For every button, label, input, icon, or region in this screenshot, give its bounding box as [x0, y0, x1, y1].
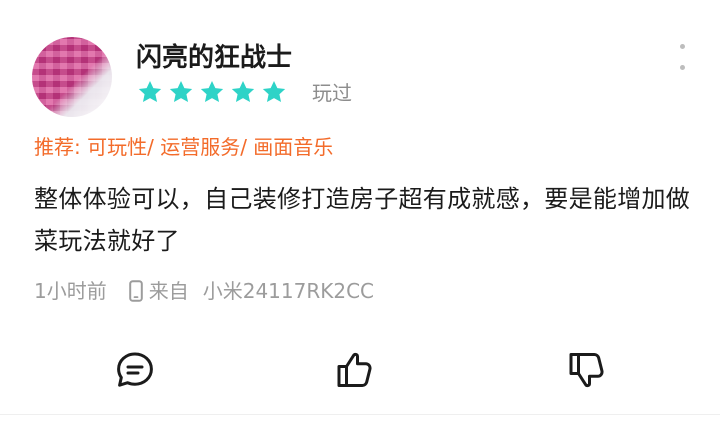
star-icon	[168, 79, 194, 105]
star-icon	[261, 79, 287, 105]
username[interactable]: 闪亮的狂战士	[136, 42, 292, 74]
recommend-tags: 推荐: 可玩性/ 运营服务/ 画面音乐	[34, 135, 334, 159]
divider	[0, 414, 720, 415]
thumbs-up-icon	[332, 348, 376, 392]
phone-icon	[128, 280, 143, 302]
star-icon	[230, 79, 256, 105]
like-button[interactable]	[330, 346, 378, 394]
device-prefix: 来自	[148, 279, 189, 303]
thumbs-down-icon	[564, 348, 608, 392]
review-card: 闪亮的狂战士 玩过 推荐: 可玩性/ 运营服务/ 画面音乐 整体体验可以，自己装…	[0, 0, 720, 423]
comment-button[interactable]	[111, 346, 159, 394]
review-meta: 1小时前 来自 小米24117RK2CC	[34, 278, 374, 304]
review-content: 整体体验可以，自己装修打造房子超有成就感，要是能增加做菜玩法就好了	[34, 185, 691, 255]
user-avatar[interactable]	[32, 37, 112, 117]
play-status: 玩过	[312, 81, 352, 105]
dislike-button[interactable]	[562, 346, 610, 394]
post-time: 1小时前	[34, 279, 107, 303]
more-vertical-icon[interactable]	[673, 44, 691, 70]
device-model: 小米24117RK2CC	[202, 279, 375, 303]
comment-icon	[113, 348, 157, 392]
star-icon	[137, 79, 163, 105]
star-rating	[137, 79, 287, 107]
review-actions	[0, 346, 720, 394]
star-icon	[199, 79, 225, 105]
